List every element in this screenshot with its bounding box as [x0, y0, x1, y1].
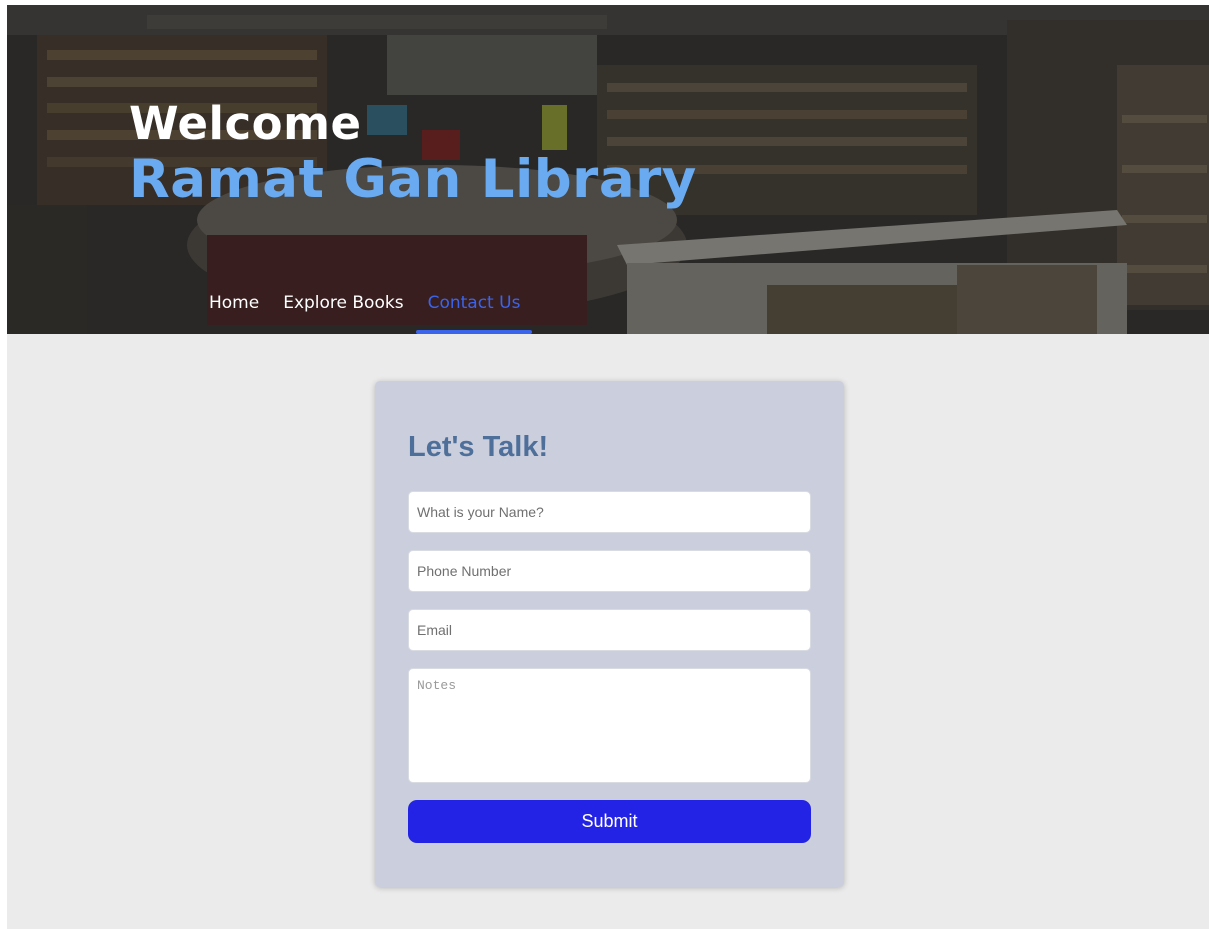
- hero-banner: Welcome Ramat Gan Library Home Explore B…: [7, 5, 1209, 334]
- phone-input[interactable]: [408, 550, 811, 592]
- main-nav: Home Explore Books Contact Us: [197, 289, 533, 334]
- email-input[interactable]: [408, 609, 811, 651]
- nav-item-explore-books[interactable]: Explore Books: [271, 289, 415, 334]
- contact-form-title: Let's Talk!: [408, 431, 549, 463]
- library-name-heading: Ramat Gan Library: [129, 149, 697, 210]
- page: Welcome Ramat Gan Library Home Explore B…: [7, 5, 1209, 929]
- submit-button[interactable]: Submit: [408, 800, 811, 843]
- nav-item-home[interactable]: Home: [197, 289, 271, 334]
- name-input[interactable]: [408, 491, 811, 533]
- notes-textarea[interactable]: [408, 668, 811, 783]
- welcome-heading: Welcome: [129, 97, 362, 150]
- contact-form-card: Let's Talk! Submit: [375, 381, 844, 887]
- nav-item-contact-us[interactable]: Contact Us: [415, 289, 533, 334]
- hero-title: Welcome Ramat Gan Library: [129, 101, 697, 206]
